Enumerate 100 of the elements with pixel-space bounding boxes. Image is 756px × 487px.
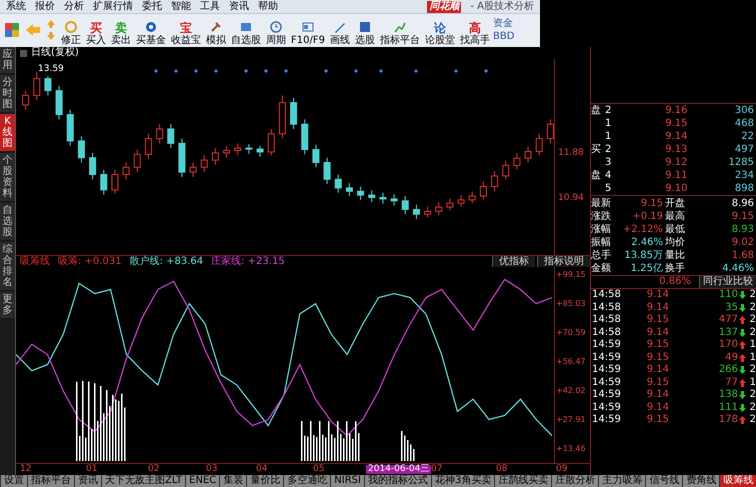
menu-item[interactable]: 委托 [142, 0, 162, 12]
axis-label: +42.02 [556, 387, 586, 395]
indicator-button[interactable]: 指标说明 [537, 256, 590, 267]
candlestick [368, 190, 376, 203]
axis-label: 01 [86, 465, 98, 474]
tick-cut-value: 2 [748, 290, 756, 300]
side-tab[interactable]: 应用 [0, 47, 15, 73]
axis-label: +70.59 [556, 328, 586, 337]
candlestick [200, 154, 208, 173]
candlestick [435, 202, 442, 216]
toolbar-glyph-icon: 买 [90, 22, 102, 34]
toolbar-icon [144, 20, 158, 34]
tick-volume: 49 [725, 352, 738, 363]
menu-item[interactable]: 帮助 [258, 0, 278, 12]
toolbar-button[interactable]: 指标平台 [378, 14, 422, 46]
toolbar-glyph-icon: 宝 [180, 22, 192, 34]
side-tab[interactable]: 综合排名 [0, 242, 15, 290]
tick-cut-value: 2 [748, 390, 756, 400]
tick-price: 9.14 [646, 365, 669, 376]
volume: 234 [734, 170, 755, 180]
level-number: 5 [605, 184, 612, 194]
toolbar-button[interactable]: 宝 收益宝 [169, 14, 203, 46]
toolbar-button[interactable]: 买 买入 [84, 14, 108, 46]
toolbar-button[interactable]: 买基金 [134, 14, 168, 46]
bottom-tab[interactable]: 吸筹线 [720, 475, 756, 487]
bottom-tab[interactable]: 信号线 [646, 475, 682, 487]
stat-label: 涨幅 [591, 224, 612, 234]
stat-label: 最低 [665, 224, 686, 234]
candlestick [301, 118, 308, 155]
price-high-label: 13.59 [38, 65, 64, 74]
candlestick [390, 194, 398, 206]
toolbar-button[interactable]: 修正 [59, 14, 83, 46]
bottom-tab[interactable]: 主力吸筹 [599, 475, 646, 487]
toolbar-button[interactable]: F10/F9 [289, 14, 327, 46]
bottom-tab[interactable]: 多空通吃 [284, 475, 330, 487]
tick-time: 14:59 [591, 352, 622, 363]
level-number: 4 [605, 170, 612, 180]
side-tab[interactable]: 分时图 [0, 75, 15, 112]
bottom-tab[interactable]: ENEC [186, 475, 220, 487]
bottom-tab[interactable]: 庄鹊线买卖 [495, 475, 552, 487]
color-blocks-icon[interactable] [4, 22, 20, 38]
bottom-tab[interactable]: 量价比 [247, 475, 284, 487]
toolbar-button[interactable]: 卖 卖出 [109, 14, 133, 46]
menu-item[interactable]: 报价 [35, 0, 55, 12]
toolbar-icon [300, 20, 315, 34]
menu-item[interactable]: 分析 [64, 0, 84, 12]
down-arrow-icon[interactable] [46, 31, 56, 41]
toolbar-button[interactable]: 模拟 [204, 14, 228, 46]
toolbar-item[interactable]: 资金 [492, 18, 514, 28]
candlestick [144, 133, 152, 160]
side-tab[interactable]: 自选股 [0, 203, 15, 240]
toolbar-button[interactable]: 选股 [352, 14, 377, 46]
candlestick [22, 90, 30, 110]
level-number: 3 [605, 158, 612, 168]
change-percent: 0.86% [659, 277, 691, 287]
level-number: 2 [605, 144, 612, 154]
menu-item[interactable]: 智能 [171, 0, 191, 12]
candlestick [268, 128, 275, 156]
side-tab[interactable]: 更多 [0, 292, 15, 318]
bottom-tab[interactable]: 资讯 [75, 475, 101, 487]
bottom-tab[interactable]: 天下无敌主图ZLT [102, 475, 186, 487]
compare-button[interactable]: 同行业比较 [699, 276, 756, 288]
menu-item[interactable]: 资讯 [229, 0, 249, 12]
price: 9.11 [664, 170, 688, 180]
axis-label: 04 [256, 465, 268, 474]
toolbar-button[interactable]: 高 找高手 [458, 14, 492, 46]
bottom-tab[interactable]: 集装 [220, 475, 246, 487]
axis-label: 09 [556, 465, 568, 474]
price: 9.10 [664, 184, 688, 194]
toolbar-button[interactable]: 画线 [328, 14, 352, 46]
stat-label: 金额 [591, 264, 612, 274]
indicator-button[interactable]: 优指标 [492, 256, 535, 267]
bottom-tab[interactable]: 我的指标公式 [364, 475, 431, 487]
toolbar-item[interactable]: BBD [492, 32, 514, 42]
tick-price: 9.15 [646, 352, 669, 363]
side-tab[interactable]: 个股资料 [0, 153, 15, 201]
toolbar-button[interactable]: 周期 [264, 14, 288, 46]
axis-label: 11.88 [558, 148, 584, 158]
menu-item[interactable]: 系统 [6, 0, 26, 12]
bottom-tab[interactable]: 花神3角买卖 [432, 475, 494, 487]
bottom-tab[interactable]: 设置 [1, 475, 27, 487]
candlestick [111, 169, 118, 194]
bottom-tab[interactable]: 费角线 [683, 475, 720, 487]
menu-item[interactable]: 工具 [200, 0, 220, 12]
bottom-tab[interactable]: 庄散分析 [552, 475, 598, 487]
toolbar-icon [239, 20, 253, 34]
collapse-icon[interactable] [20, 50, 27, 56]
back-arrow-icon[interactable] [25, 23, 41, 37]
toolbar-button[interactable]: 自选股 [229, 14, 263, 46]
menu-item[interactable]: 扩展行情 [93, 0, 133, 12]
candlestick [491, 170, 498, 192]
toolbar-button[interactable]: 论 论股堂 [422, 14, 457, 46]
volume: 1285 [728, 158, 755, 168]
candlestick [89, 152, 96, 180]
up-arrow-icon[interactable] [46, 19, 56, 29]
bottom-tab[interactable]: NIRSI [331, 475, 364, 487]
tick-price: 9.14 [646, 290, 669, 300]
bottom-tab[interactable]: 指标平台 [28, 475, 74, 487]
side-tab[interactable]: K线图 [0, 114, 15, 151]
stat-label: 总手 [591, 250, 612, 260]
